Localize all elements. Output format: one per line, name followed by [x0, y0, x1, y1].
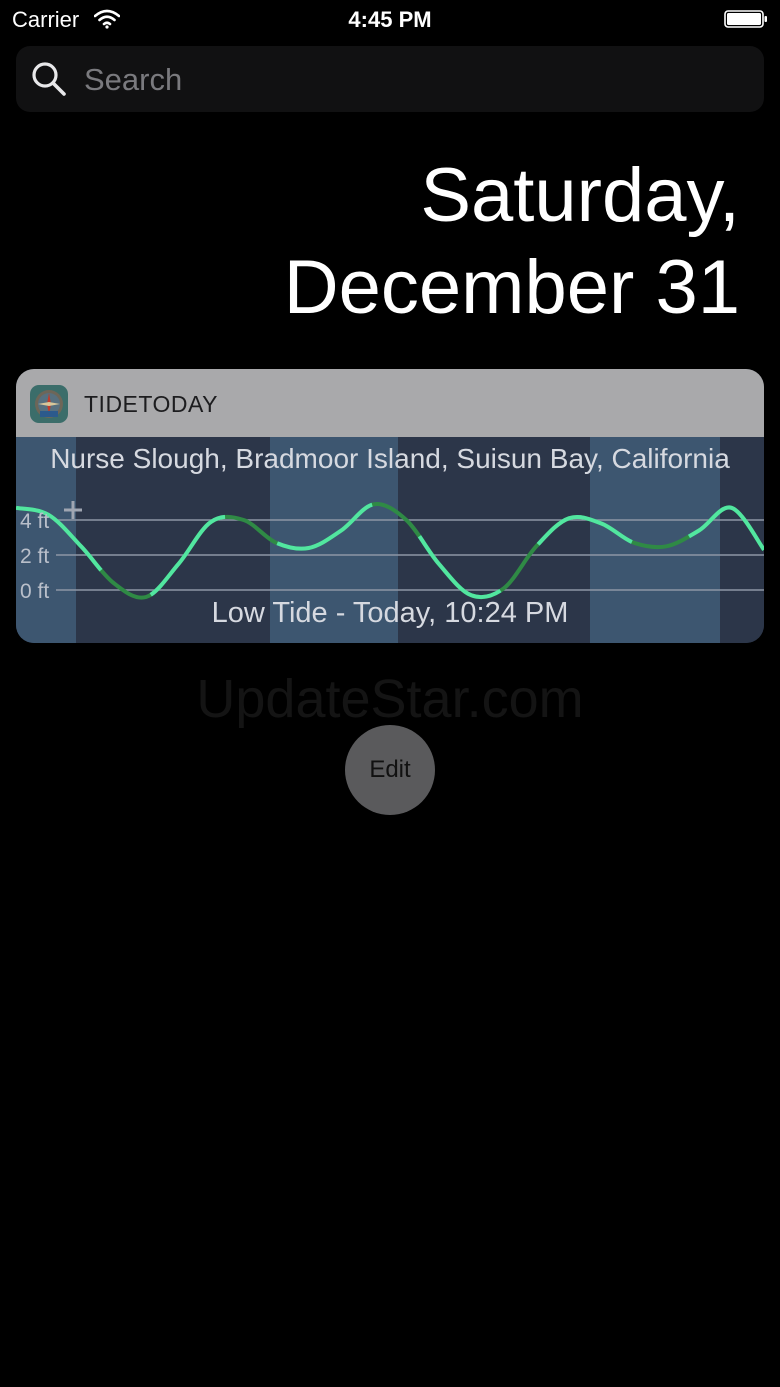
status-bar: Carrier 4:45 PM [0, 0, 780, 40]
y-axis-labels: 4 ft2 ft0 ft [20, 510, 49, 603]
tide-location: Nurse Slough, Bradmoor Island, Suisun Ba… [50, 443, 730, 474]
search-bar[interactable]: Search [16, 46, 764, 112]
tide-widget[interactable]: TIDETODAY 4 ft 2 ft 0 ft Nurse Slough, Bra… [16, 369, 764, 643]
search-icon [32, 62, 66, 96]
edit-button[interactable]: Edit [345, 725, 435, 815]
y-axis-label: 4 ft [20, 510, 49, 533]
battery-icon [724, 10, 767, 28]
watermark: UpdateStar.com [196, 669, 584, 729]
search-input[interactable]: Search [84, 62, 182, 98]
date-month-day: December 31 [283, 245, 740, 330]
tidetoday-app-icon [30, 385, 68, 423]
widget-header[interactable]: TIDETODAY [16, 369, 764, 437]
tide-status: Low Tide - Today, 10:24 PM [211, 597, 569, 629]
widget-app-name: TIDETODAY [84, 391, 218, 417]
y-axis-label: 2 ft [20, 545, 49, 568]
date-heading: Saturday, December 31 [284, 150, 740, 334]
clock: 4:45 PM [348, 7, 432, 32]
date-weekday: Saturday, [420, 153, 740, 238]
